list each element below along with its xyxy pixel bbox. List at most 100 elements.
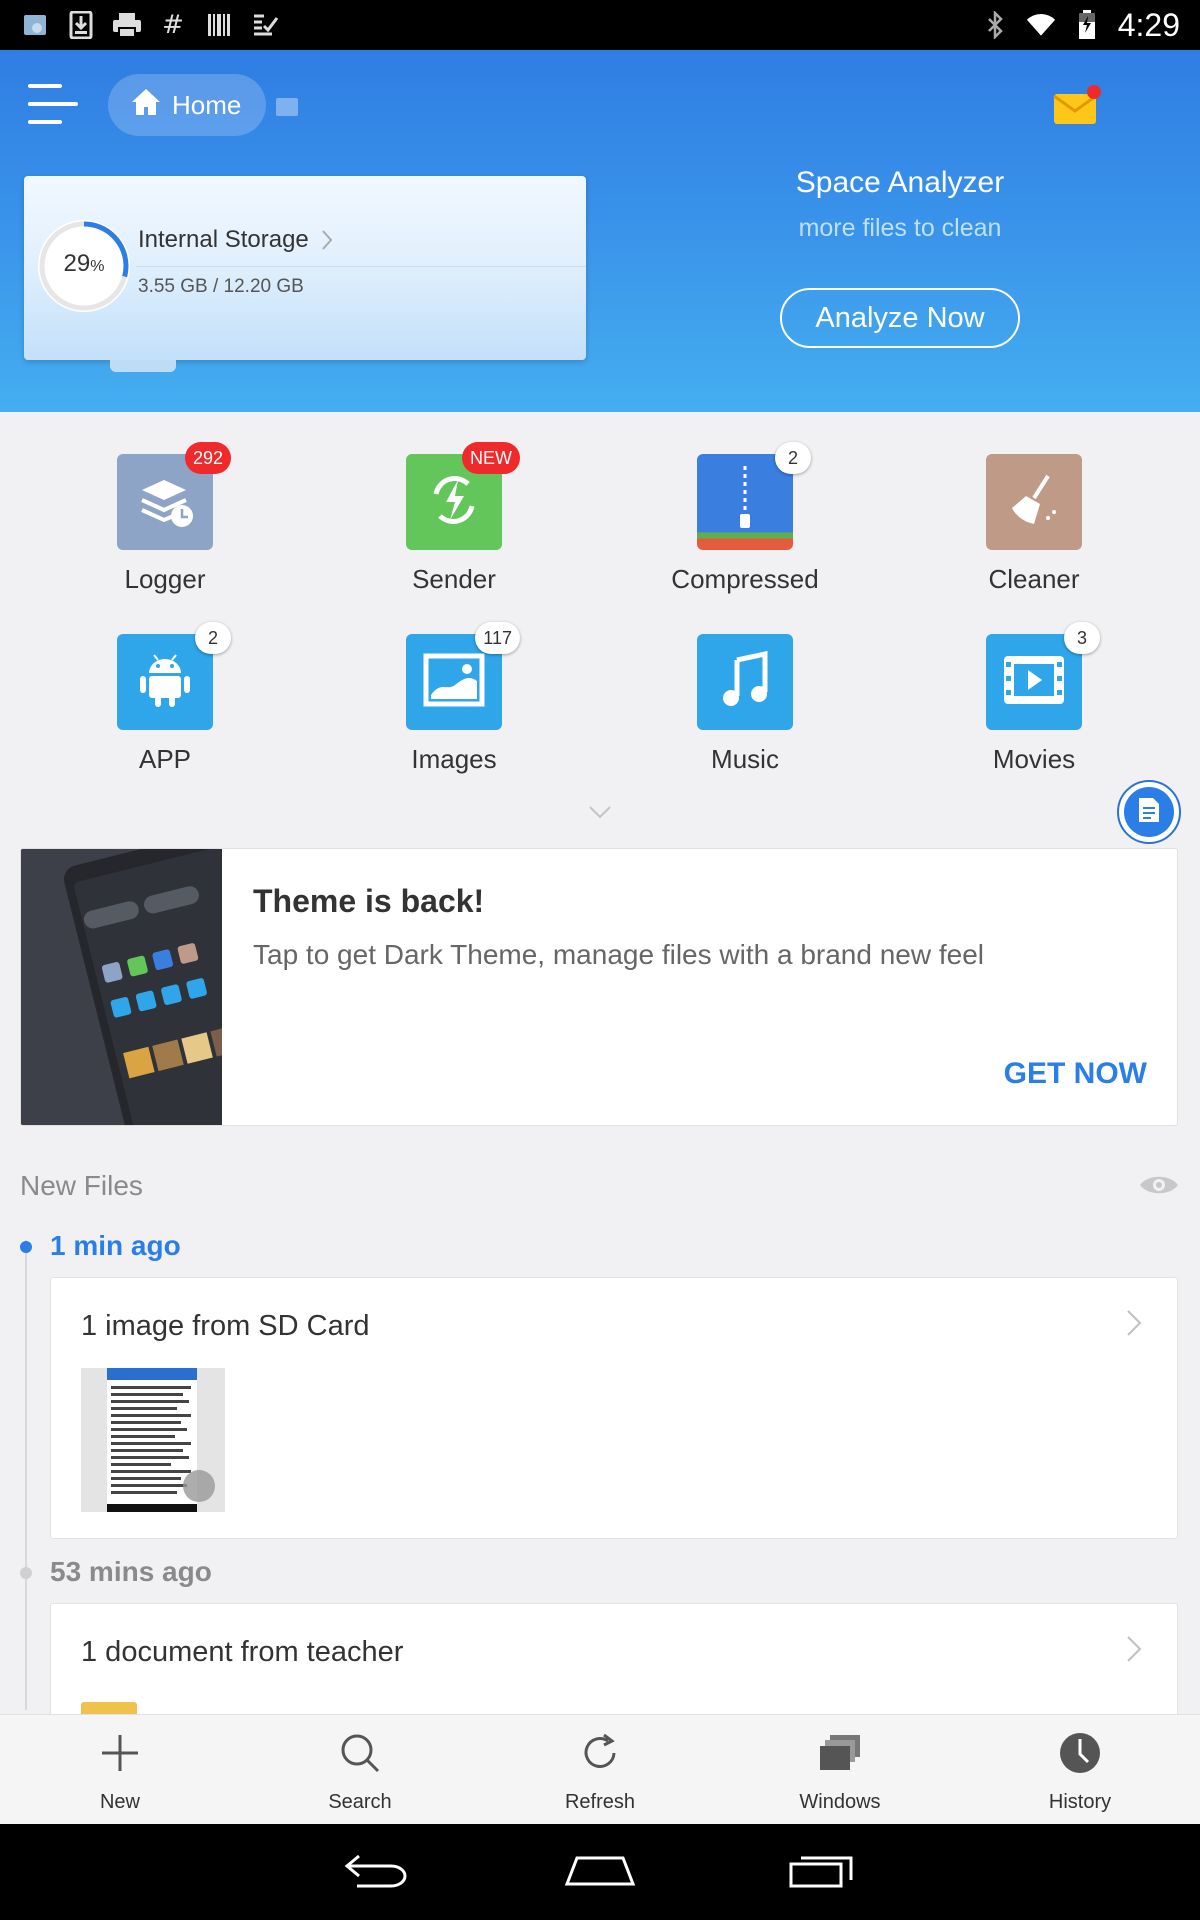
sender-icon xyxy=(422,468,486,537)
clock: 4:29 xyxy=(1117,6,1180,43)
category-movies[interactable]: 3 Movies xyxy=(934,622,1134,775)
document-fab[interactable] xyxy=(1117,780,1181,844)
refresh-icon xyxy=(576,1729,624,1777)
barcode-icon xyxy=(204,10,234,40)
eye-icon[interactable] xyxy=(1138,1172,1180,1198)
history-button[interactable]: History xyxy=(960,1715,1200,1824)
category-logger[interactable]: 292 Logger xyxy=(65,442,265,595)
promo-image xyxy=(21,849,222,1125)
home-label: Home xyxy=(172,89,242,120)
promo-title: Theme is back! xyxy=(253,883,485,919)
badge: 3 xyxy=(1064,622,1100,654)
toolbar-label: Windows xyxy=(799,1791,881,1813)
document-icon xyxy=(1137,796,1161,829)
home-icon xyxy=(130,87,162,124)
home-nav-icon[interactable] xyxy=(563,1850,637,1895)
timeline-dot xyxy=(20,1241,32,1253)
chevron-right-icon xyxy=(322,230,333,250)
storage-indicator-icon xyxy=(276,98,298,116)
mail-icon[interactable] xyxy=(1052,84,1102,126)
analyzer-title: Space Analyzer xyxy=(795,166,1005,199)
badge: 2 xyxy=(775,442,811,474)
category-label: Cleaner xyxy=(988,564,1080,594)
search-icon xyxy=(336,1729,384,1777)
chevron-right-icon xyxy=(1127,1636,1142,1662)
file-group-title: 1 document from teacher xyxy=(81,1636,404,1668)
image-thumbnail[interactable] xyxy=(81,1368,225,1512)
category-label: Sender xyxy=(412,564,496,594)
back-icon[interactable] xyxy=(343,1850,413,1895)
history-icon xyxy=(1056,1729,1104,1777)
category-app[interactable]: 2 APP xyxy=(65,622,265,775)
file-group-card[interactable]: 1 image from SD Card xyxy=(50,1277,1178,1539)
search-button[interactable]: Search xyxy=(240,1715,480,1824)
wifi-icon xyxy=(1026,10,1056,40)
menu-icon[interactable] xyxy=(28,84,78,124)
chevron-right-icon xyxy=(1127,1310,1142,1336)
system-icons: 4:29 xyxy=(980,7,1180,44)
storage-usage-ring: 29% xyxy=(38,220,130,312)
group-time: 1 min ago xyxy=(50,1230,181,1261)
storage-size: 3.55 GB / 12.20 GB xyxy=(138,276,304,297)
badge: 117 xyxy=(475,622,520,654)
storage-percent: 29% xyxy=(63,250,105,277)
category-label: Compressed xyxy=(671,564,819,594)
home-breadcrumb[interactable]: Home xyxy=(108,74,266,136)
promo-text: Tap to get Dark Theme, manage files with… xyxy=(253,939,984,970)
bluetooth-icon xyxy=(980,10,1010,40)
gallery-icon xyxy=(20,10,50,40)
storage-name: Internal Storage xyxy=(138,226,333,254)
broom-icon xyxy=(1004,470,1064,535)
download-icon xyxy=(66,10,96,40)
header: Home 29% Internal Storage 3.55 GB / 12.2… xyxy=(0,50,1200,412)
toolbar-label: Search xyxy=(328,1791,392,1813)
category-label: Music xyxy=(711,744,779,774)
recents-icon[interactable] xyxy=(787,1850,857,1895)
battery-icon xyxy=(1072,10,1102,40)
get-now-button[interactable]: GET NOW xyxy=(1004,1057,1147,1091)
group-time: 53 mins ago xyxy=(50,1556,212,1587)
analyze-now-button[interactable]: Analyze Now xyxy=(780,288,1020,348)
windows-icon xyxy=(816,1729,864,1777)
file-group-title: 1 image from SD Card xyxy=(81,1310,370,1342)
hashtag-icon: # xyxy=(162,10,184,40)
refresh-button[interactable]: Refresh xyxy=(480,1715,720,1824)
status-bar: # 4:29 xyxy=(0,0,1200,50)
category-label: APP xyxy=(138,744,192,774)
dark-theme-promo-card[interactable]: Theme is back! Tap to get Dark Theme, ma… xyxy=(20,848,1178,1126)
card-tab xyxy=(110,360,176,372)
zip-icon xyxy=(735,464,755,541)
movie-icon xyxy=(1002,654,1066,711)
bottom-toolbar: New Search Refresh Windows History xyxy=(0,1714,1200,1824)
logger-icon xyxy=(134,470,196,535)
category-images[interactable]: 117 Images xyxy=(354,622,554,775)
new-button[interactable]: New xyxy=(0,1715,240,1824)
plus-icon xyxy=(96,1729,144,1777)
timeline-line xyxy=(25,1240,27,1710)
image-icon xyxy=(423,653,485,712)
category-cleaner[interactable]: Cleaner xyxy=(934,454,1134,595)
badge: 2 xyxy=(195,622,231,654)
expand-chevron-icon[interactable] xyxy=(588,800,612,824)
windows-button[interactable]: Windows xyxy=(720,1715,960,1824)
badge: 292 xyxy=(184,442,231,474)
timeline-dot xyxy=(20,1567,32,1579)
category-label: Images xyxy=(411,744,497,774)
category-compressed[interactable]: 2 Compressed xyxy=(645,442,845,595)
category-label: Logger xyxy=(124,564,206,594)
category-sender[interactable]: NEW Sender xyxy=(354,442,554,595)
badge: NEW xyxy=(462,442,520,474)
notification-icons: # xyxy=(20,10,280,40)
divider xyxy=(136,266,586,267)
android-icon xyxy=(137,649,193,716)
internal-storage-card[interactable]: 29% Internal Storage 3.55 GB / 12.20 GB xyxy=(24,176,586,372)
category-music[interactable]: Music xyxy=(645,634,845,775)
toolbar-label: Refresh xyxy=(564,1791,636,1813)
music-icon xyxy=(717,650,773,715)
analyzer-subtitle: more files to clean xyxy=(798,214,1002,242)
print-icon xyxy=(112,10,142,40)
toolbar-label: New xyxy=(99,1791,140,1813)
system-nav-bar xyxy=(0,1824,1200,1920)
category-label: Movies xyxy=(992,744,1076,774)
new-files-heading: New Files xyxy=(20,1170,143,1201)
